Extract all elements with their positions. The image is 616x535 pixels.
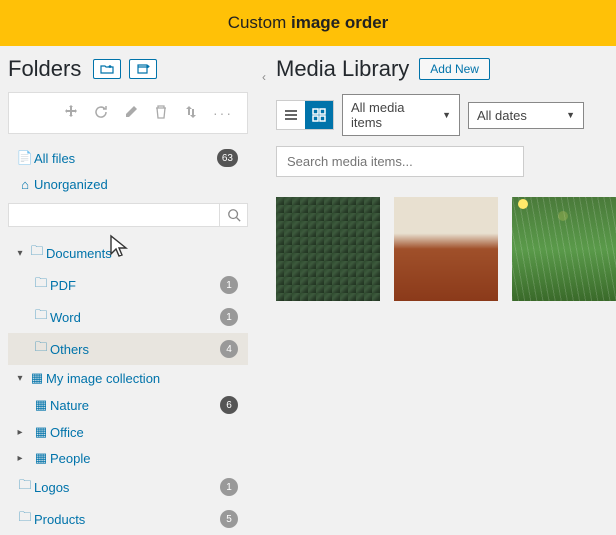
folder-icon: 🗀: [32, 274, 50, 296]
caret-down-icon: ▼: [566, 110, 575, 120]
tree-others[interactable]: 🗀 Others 4: [8, 333, 248, 365]
add-new-button[interactable]: Add New: [419, 58, 490, 80]
banner-bold: image order: [291, 13, 388, 32]
grid-icon: [311, 107, 327, 123]
tree-label: Nature: [50, 398, 220, 413]
select-value: All media items: [351, 100, 432, 130]
tree-nature[interactable]: ▦ Nature 6: [8, 391, 248, 419]
all-files-count: 63: [217, 149, 238, 167]
refresh-icon[interactable]: [93, 104, 109, 123]
list-view-button[interactable]: [277, 101, 305, 129]
media-type-select[interactable]: All media items ▼: [342, 94, 460, 136]
tree-pdf[interactable]: 🗀 PDF 1: [8, 269, 248, 301]
file-icon: 📄: [16, 150, 34, 166]
home-icon: ⌂: [16, 177, 34, 192]
chevron-right-icon: ▸: [12, 427, 28, 438]
view-toggle: [276, 100, 334, 130]
tree-people[interactable]: ▸ ▦ People: [8, 445, 248, 471]
folders-title: Folders: [8, 56, 81, 82]
all-files-label: All files: [34, 151, 217, 166]
folders-sidebar: Folders ··· 📄 All files 63: [0, 46, 260, 518]
trash-icon[interactable]: [153, 104, 169, 123]
banner: Custom image order: [0, 0, 616, 46]
folder-search-row: [8, 203, 248, 227]
chevron-down-icon: ▾: [12, 248, 28, 259]
library-plus-icon: [136, 63, 150, 75]
list-icon: [283, 107, 299, 123]
tree-label: Others: [50, 342, 220, 357]
count-badge: 4: [220, 340, 238, 358]
banner-prefix: Custom: [228, 13, 291, 32]
tree-office[interactable]: ▸ ▦ Office: [8, 419, 248, 445]
media-search-input[interactable]: [276, 146, 524, 177]
edit-icon[interactable]: [123, 104, 139, 123]
all-files-item[interactable]: 📄 All files 63: [8, 144, 248, 172]
search-icon: [227, 208, 241, 222]
chevron-down-icon: ▾: [12, 373, 28, 384]
collection-icon: ▦: [32, 424, 50, 440]
caret-down-icon: ▼: [442, 110, 451, 120]
media-grid: [276, 197, 616, 301]
tree-label: Documents: [46, 246, 244, 261]
tree-label: Word: [50, 310, 220, 325]
collection-icon: ▦: [32, 450, 50, 466]
chevron-right-icon: ▸: [12, 453, 28, 464]
tree-label: Office: [50, 425, 244, 440]
tree-logos[interactable]: 🗀 Logos 1: [8, 471, 248, 503]
date-select[interactable]: All dates ▼: [468, 102, 584, 129]
media-library-main: Media Library Add New All media items ▼ …: [260, 46, 616, 518]
count-badge: 1: [220, 276, 238, 294]
count-badge: 1: [220, 478, 238, 496]
tree-label: Products: [34, 512, 220, 527]
folder-search-input[interactable]: [8, 203, 220, 227]
unorganized-item[interactable]: ⌂ Unorganized: [8, 172, 248, 197]
folder-search-button[interactable]: [220, 203, 248, 227]
tree-label: PDF: [50, 278, 220, 293]
media-thumbnail[interactable]: [394, 197, 498, 301]
new-folder-button[interactable]: [93, 59, 121, 79]
collection-icon: ▦: [28, 370, 46, 386]
collapse-handle[interactable]: ‹: [262, 70, 266, 84]
count-badge: 5: [220, 510, 238, 528]
count-badge: 1: [220, 308, 238, 326]
move-icon[interactable]: [63, 104, 79, 123]
folder-tree: ▾ 🗀 Documents 🗀 PDF 1 🗀 Word 1 🗀 Others: [8, 237, 248, 535]
top-tree: 📄 All files 63 ⌂ Unorganized: [8, 144, 248, 197]
more-icon[interactable]: ···: [213, 105, 233, 121]
folder-icon: 🗀: [32, 338, 50, 360]
folder-icon: 🗀: [32, 306, 50, 328]
folder-icon: 🗀: [16, 508, 34, 530]
folder-icon: 🗀: [28, 242, 46, 264]
media-library-title: Media Library: [276, 56, 409, 82]
tree-my-image-collection[interactable]: ▾ ▦ My image collection: [8, 365, 248, 391]
tree-label: My image collection: [46, 371, 244, 386]
unorganized-label: Unorganized: [34, 177, 244, 192]
tree-products[interactable]: 🗀 Products 5: [8, 503, 248, 535]
tree-word[interactable]: 🗀 Word 1: [8, 301, 248, 333]
grid-view-button[interactable]: [305, 101, 333, 129]
folder-toolbar: ···: [8, 92, 248, 134]
collection-icon: ▦: [32, 397, 50, 413]
folder-plus-icon: [100, 63, 114, 75]
folder-icon: 🗀: [16, 476, 34, 498]
new-library-button[interactable]: [129, 59, 157, 79]
tree-label: Logos: [34, 480, 220, 495]
sort-icon[interactable]: [183, 104, 199, 123]
count-badge: 6: [220, 396, 238, 414]
filter-bar: All media items ▼ All dates ▼: [276, 94, 616, 136]
media-thumbnail[interactable]: [276, 197, 380, 301]
select-value: All dates: [477, 108, 527, 123]
tree-label: People: [50, 451, 244, 466]
media-thumbnail[interactable]: [512, 197, 616, 301]
tree-documents[interactable]: ▾ 🗀 Documents: [8, 237, 248, 269]
